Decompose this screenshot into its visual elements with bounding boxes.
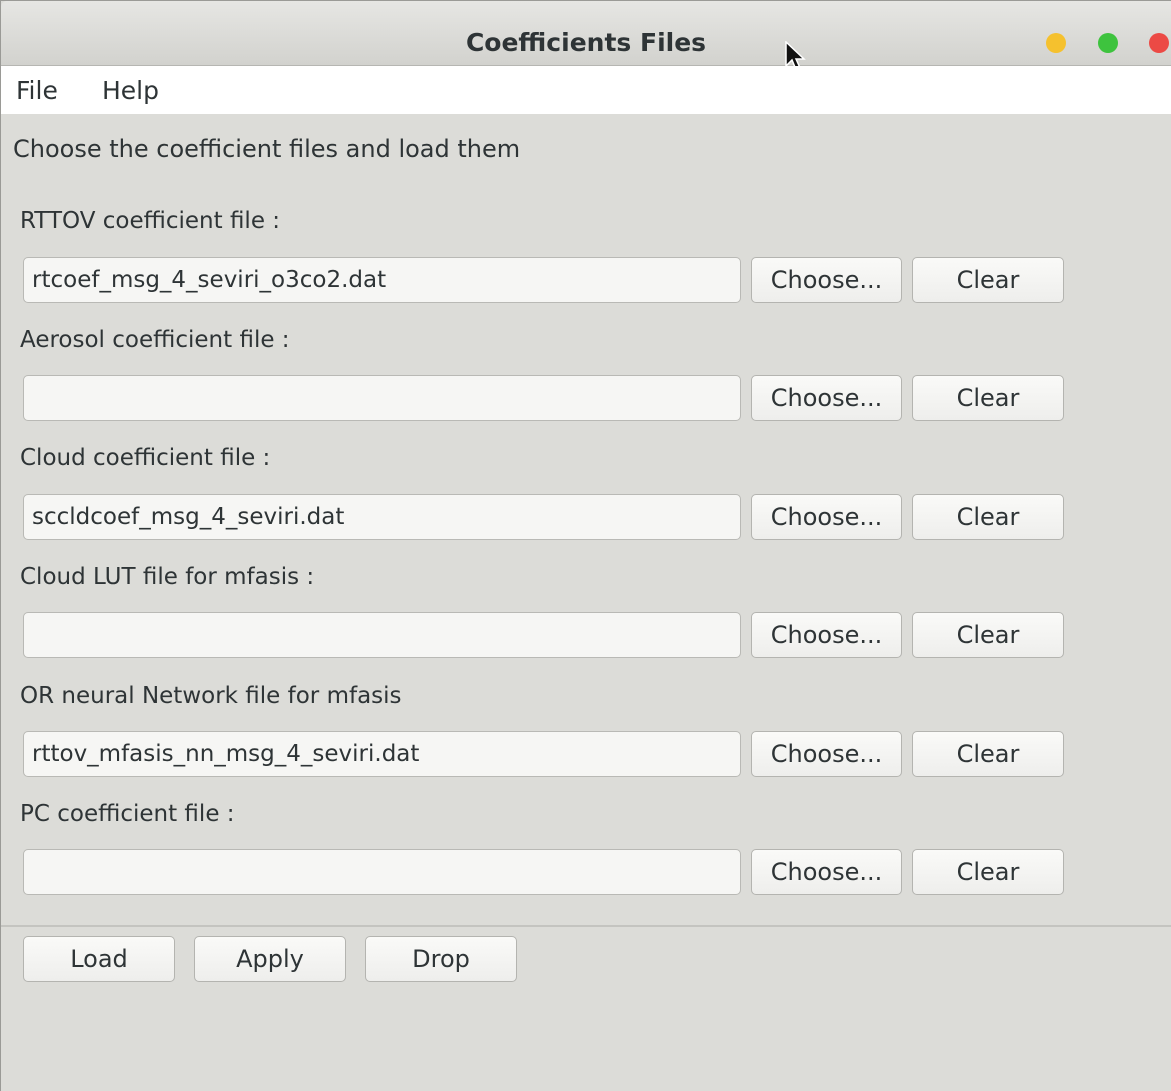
rttov-clear-button[interactable]: Clear [912,257,1064,303]
cloud-file-label: Cloud coefficient file : [20,445,271,471]
aerosol-clear-button[interactable]: Clear [912,375,1064,421]
neural-network-clear-button[interactable]: Clear [912,731,1064,777]
cloud-lut-label: Cloud LUT file for mfasis : [20,564,315,590]
rttov-file-field[interactable]: rtcoef_msg_4_seviri_o3co2.dat [23,257,741,303]
drop-button[interactable]: Drop [365,936,517,982]
title-bar[interactable]: Coefficients Files [1,1,1171,74]
load-button[interactable]: Load [23,936,175,982]
minimize-button[interactable] [1046,33,1066,53]
apply-button[interactable]: Apply [194,936,346,982]
aerosol-file-label: Aerosol coefficient file : [20,327,290,353]
neural-network-choose-button[interactable]: Choose... [751,731,902,777]
maximize-button[interactable] [1098,33,1118,53]
window-title: Coefficients Files [465,28,707,57]
instructions-text: Choose the coefficient files and load th… [13,135,521,163]
close-button[interactable] [1149,33,1169,53]
pc-file-field[interactable] [23,849,741,895]
pc-clear-button[interactable]: Clear [912,849,1064,895]
cloud-lut-clear-button[interactable]: Clear [912,612,1064,658]
menu-help[interactable]: Help [102,66,159,114]
footer-separator [1,925,1171,927]
menu-bar: File Help [1,66,1171,114]
aerosol-choose-button[interactable]: Choose... [751,375,902,421]
pc-file-label: PC coefficient file : [20,801,235,827]
cloud-choose-button[interactable]: Choose... [751,494,902,540]
cloud-clear-button[interactable]: Clear [912,494,1064,540]
neural-network-field[interactable]: rttov_mfasis_nn_msg_4_seviri.dat [23,731,741,777]
rttov-choose-button[interactable]: Choose... [751,257,902,303]
aerosol-file-field[interactable] [23,375,741,421]
pc-choose-button[interactable]: Choose... [751,849,902,895]
cloud-lut-choose-button[interactable]: Choose... [751,612,902,658]
menu-file[interactable]: File [16,66,58,114]
rttov-file-label: RTTOV coefficient file : [20,208,281,234]
cloud-file-field[interactable]: sccldcoef_msg_4_seviri.dat [23,494,741,540]
cloud-lut-field[interactable] [23,612,741,658]
neural-network-label: OR neural Network file for mfasis [20,683,402,709]
coefficients-window: Coefficients Files File Help Choose the … [0,0,1171,1091]
